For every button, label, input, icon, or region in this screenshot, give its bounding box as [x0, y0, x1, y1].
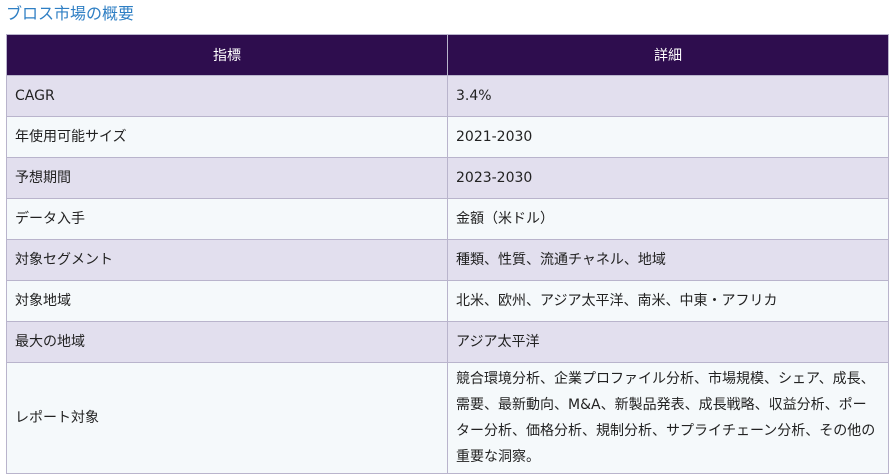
market-overview-table: 指標 詳細 CAGR 3.4% 年使用可能サイズ 2021-2030 予想期間 …	[6, 34, 889, 474]
table-header-row: 指標 詳細	[6, 34, 889, 76]
metric-cell: 対象地域	[6, 280, 448, 322]
table-row: 対象セグメント 種類、性質、流通チャネル、地域	[6, 239, 889, 281]
detail-cell: 競合環境分析、企業プロファイル分析、市場規模、シェア、成長、需要、最新動向、M&…	[447, 362, 889, 474]
metric-cell: 年使用可能サイズ	[6, 116, 448, 158]
table-row: 予想期間 2023-2030	[6, 157, 889, 199]
detail-cell: 3.4%	[447, 75, 889, 117]
detail-cell: アジア太平洋	[447, 321, 889, 363]
metric-cell: 最大の地域	[6, 321, 448, 363]
header-metric: 指標	[6, 34, 448, 76]
table-row: データ入手 金額（米ドル）	[6, 198, 889, 240]
page-title: ブロス市場の概要	[6, 4, 135, 23]
table-row: レポート対象 競合環境分析、企業プロファイル分析、市場規模、シェア、成長、需要、…	[6, 362, 889, 474]
table-row: 対象地域 北米、欧州、アジア太平洋、南米、中東・アフリカ	[6, 280, 889, 322]
table-row: 年使用可能サイズ 2021-2030	[6, 116, 889, 158]
metric-cell: データ入手	[6, 198, 448, 240]
table-row: CAGR 3.4%	[6, 75, 889, 117]
metric-cell: 予想期間	[6, 157, 448, 199]
metric-cell: CAGR	[6, 75, 448, 117]
detail-cell: 2023-2030	[447, 157, 889, 199]
detail-cell: 種類、性質、流通チャネル、地域	[447, 239, 889, 281]
detail-cell: 2021-2030	[447, 116, 889, 158]
metric-cell: レポート対象	[6, 362, 448, 474]
detail-cell: 北米、欧州、アジア太平洋、南米、中東・アフリカ	[447, 280, 889, 322]
metric-cell: 対象セグメント	[6, 239, 448, 281]
header-detail: 詳細	[447, 34, 889, 76]
table-row: 最大の地域 アジア太平洋	[6, 321, 889, 363]
detail-cell: 金額（米ドル）	[447, 198, 889, 240]
